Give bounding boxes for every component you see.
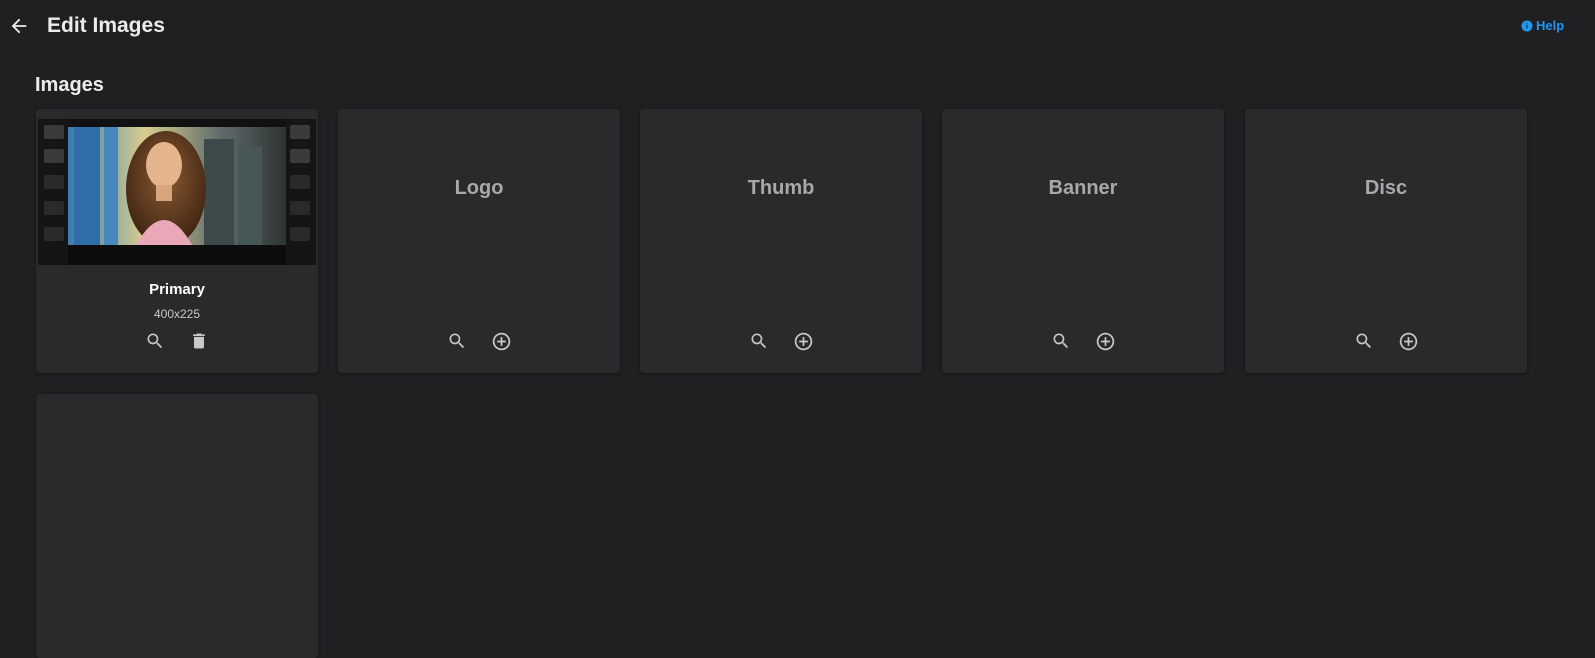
- add-circle-icon: [492, 332, 510, 350]
- card-actions: [36, 329, 318, 353]
- add-circle-icon: [1096, 332, 1114, 350]
- add-image-button[interactable]: [1093, 329, 1117, 353]
- search-icon: [449, 333, 465, 349]
- search-image-button[interactable]: [143, 329, 167, 353]
- search-image-button[interactable]: [1049, 329, 1073, 353]
- section-title-images: Images: [35, 74, 104, 96]
- card-name: Primary: [149, 281, 205, 298]
- page-title: Edit Images: [47, 14, 165, 37]
- primary-image[interactable]: [38, 119, 316, 265]
- card-placeholder-title: Logo: [454, 177, 504, 199]
- search-image-button[interactable]: [1352, 329, 1376, 353]
- info-icon: [1521, 20, 1533, 31]
- add-circle-icon: [794, 332, 812, 350]
- add-image-button[interactable]: [791, 329, 815, 353]
- search-image-button[interactable]: [445, 329, 469, 353]
- image-card-thumb: Thumb: [640, 109, 922, 373]
- arrow-back-icon: [11, 18, 27, 34]
- card-dimensions: 400x225: [153, 307, 201, 321]
- search-icon: [1053, 333, 1069, 349]
- help-label: Help: [1536, 18, 1565, 33]
- card-actions: [942, 329, 1224, 353]
- image-card-partial: [36, 394, 318, 658]
- card-actions: [640, 329, 922, 353]
- search-icon: [751, 333, 767, 349]
- search-image-button[interactable]: [747, 329, 771, 353]
- delete-image-button[interactable]: [187, 329, 211, 353]
- primary-image-thumbnail: [38, 119, 316, 265]
- help-link[interactable]: Help: [1521, 18, 1564, 33]
- card-placeholder-title: Disc: [1364, 177, 1408, 199]
- delete-icon: [193, 333, 205, 349]
- add-circle-icon: [1399, 332, 1417, 350]
- search-icon: [147, 333, 163, 349]
- image-card-primary: Primary 400x225: [36, 109, 318, 373]
- card-placeholder-title: Banner: [1048, 177, 1118, 199]
- add-image-button[interactable]: [489, 329, 513, 353]
- image-card-disc: Disc: [1245, 109, 1527, 373]
- image-card-logo: Logo: [338, 109, 620, 373]
- search-icon: [1356, 333, 1372, 349]
- image-card-banner: Banner: [942, 109, 1224, 373]
- add-image-button[interactable]: [1396, 329, 1420, 353]
- back-button[interactable]: [6, 13, 32, 39]
- card-placeholder-title: Thumb: [747, 177, 815, 199]
- card-actions: [1245, 329, 1527, 353]
- header-bar: Edit Images Help: [0, 0, 1595, 52]
- card-actions: [338, 329, 620, 353]
